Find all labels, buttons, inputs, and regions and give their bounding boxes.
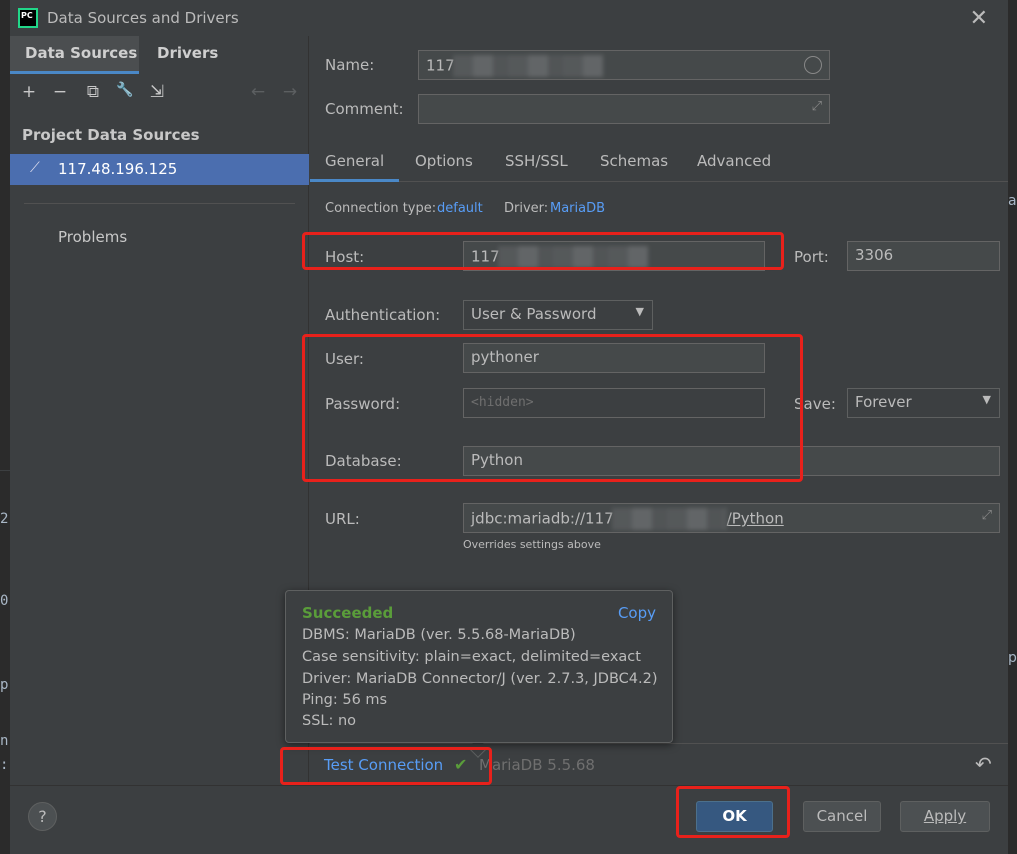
color-circle-icon[interactable] <box>804 56 822 74</box>
authentication-select[interactable]: User & Password ▼ <box>463 300 653 330</box>
apply-button[interactable]: Apply <box>900 801 990 832</box>
redacted-blur <box>611 508 727 530</box>
duplicate-icon[interactable]: ⧉ <box>82 82 104 102</box>
highlight-host <box>302 232 784 270</box>
forward-icon[interactable]: → <box>279 82 301 102</box>
dialog-title: Data Sources and Drivers <box>47 9 239 27</box>
connection-type-link[interactable]: default <box>437 201 483 216</box>
dropdown-arrow-icon: ▼ <box>635 305 644 318</box>
popup-title: Succeeded <box>302 604 394 622</box>
popup-line: Ping: 56 ms <box>302 692 388 708</box>
add-icon[interactable]: + <box>18 82 40 102</box>
sidebar-item-datasource[interactable]: ⟋ 117.48.196.125 <box>10 154 309 185</box>
tab-ssh-ssl[interactable]: SSH/SSL <box>505 152 568 170</box>
expand-icon[interactable]: ⤢ <box>982 508 992 523</box>
title-bar: PC Data Sources and Drivers ✕ <box>10 0 1008 36</box>
sidebar-tabs: Data Sources Drivers <box>10 36 308 74</box>
back-icon[interactable]: ← <box>247 82 269 102</box>
port-label: Port: <box>794 248 829 266</box>
sidebar-item-label: 117.48.196.125 <box>58 160 178 178</box>
name-label: Name: <box>325 56 375 74</box>
background-editor <box>0 470 10 854</box>
background-text: a <box>1008 193 1017 209</box>
revert-icon[interactable]: ↶ <box>975 752 992 776</box>
dropdown-arrow-icon: ▼ <box>982 393 991 406</box>
authentication-value: User & Password <box>471 305 597 323</box>
popup-line: SSL: no <box>302 713 357 729</box>
comment-label: Comment: <box>325 100 404 118</box>
sidebar-toolbar: + − ⧉ 🔧 ⇲ ← → <box>10 82 308 108</box>
cancel-button[interactable]: Cancel <box>803 801 881 832</box>
background-text: : <box>0 757 9 773</box>
save-value: Forever <box>855 393 912 411</box>
highlight-credentials <box>302 334 803 482</box>
highlight-ok <box>676 786 790 838</box>
help-button[interactable]: ? <box>28 802 57 831</box>
port-field[interactable]: 3306 <box>847 241 1000 271</box>
url-suffix: /Python <box>726 509 784 528</box>
highlight-test-connection <box>280 747 492 785</box>
comment-field[interactable]: ⤢ <box>418 94 830 124</box>
copy-link[interactable]: Copy <box>618 604 656 622</box>
mariadb-icon: ⟋ <box>30 160 40 176</box>
save-select[interactable]: Forever ▼ <box>847 388 1000 418</box>
test-result-popup: Succeeded Copy DBMS: MariaDB (ver. 5.5.6… <box>285 590 673 743</box>
authentication-label: Authentication: <box>325 306 441 324</box>
connection-status: MariaDB 5.5.68 <box>479 756 595 774</box>
sidebar: Data Sources Drivers + − ⧉ 🔧 ⇲ ← → Proje… <box>10 36 309 785</box>
popup-line: Case sensitivity: plain=exact, delimited… <box>302 649 641 665</box>
popup-line: Driver: MariaDB Connector/J (ver. 2.7.3,… <box>302 671 658 687</box>
import-icon[interactable]: ⇲ <box>146 82 168 102</box>
url-prefix: jdbc:mariadb://117 <box>471 509 614 528</box>
redacted-blur <box>452 55 603 77</box>
url-label: URL: <box>325 510 360 528</box>
section-title: Project Data Sources <box>22 126 200 144</box>
url-field[interactable]: jdbc:mariadb://117/Python ⤢ <box>463 503 1000 533</box>
tab-advanced[interactable]: Advanced <box>697 152 771 170</box>
popup-line: DBMS: MariaDB (ver. 5.5.68-MariaDB) <box>302 627 576 643</box>
background-text: n <box>0 733 9 749</box>
pycharm-icon: PC <box>18 8 38 28</box>
settings-tabs: General Options SSH/SSL Schemas Advanced <box>310 144 1008 182</box>
background-text: 0 <box>0 593 9 609</box>
tab-schemas[interactable]: Schemas <box>600 152 668 170</box>
tab-drivers[interactable]: Drivers <box>157 44 218 62</box>
background-text: 2 <box>0 511 9 527</box>
tab-data-sources[interactable]: Data Sources <box>25 44 137 62</box>
background-text: p <box>0 677 9 693</box>
background-text: p <box>1008 650 1017 666</box>
close-icon[interactable]: ✕ <box>970 6 988 31</box>
driver-label: Driver: <box>504 201 549 216</box>
name-field[interactable]: 117 <box>418 50 830 80</box>
tab-options[interactable]: Options <box>415 152 473 170</box>
tab-general[interactable]: General <box>325 152 384 170</box>
remove-icon[interactable]: − <box>49 82 71 102</box>
dialog-footer: ? OK Cancel Apply <box>10 785 1008 854</box>
sidebar-item-problems[interactable]: Problems <box>58 228 127 246</box>
url-hint: Overrides settings above <box>463 538 601 551</box>
name-value: 117 <box>426 56 455 75</box>
active-tab-indicator <box>310 179 399 182</box>
wrench-icon[interactable]: 🔧 <box>114 82 136 98</box>
expand-icon[interactable]: ⤢ <box>812 99 822 114</box>
connection-type-label: Connection type: <box>325 201 437 216</box>
driver-link[interactable]: MariaDB <box>550 201 605 216</box>
divider <box>24 203 295 204</box>
